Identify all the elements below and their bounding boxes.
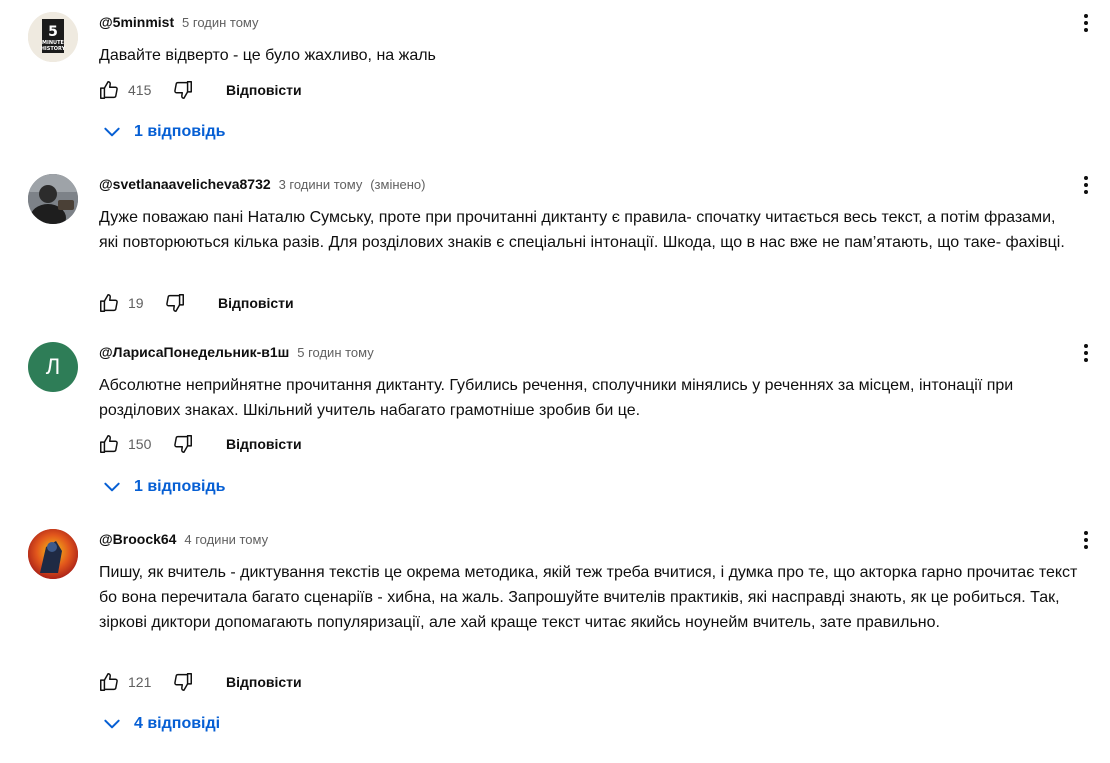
comment-header: @5minmist 5 годин тому [99,14,259,30]
author-name[interactable]: @Broock64 [99,531,176,547]
author-name[interactable]: @5minmist [99,14,174,30]
thumbs-down-icon[interactable] [172,79,194,101]
comment-text: Абсолютне неприйнятне прочитання диктант… [99,377,1014,419]
comment-actions: 121 Відповісти [98,670,302,694]
comment-text: Пишу, як вчитель - диктування текстів це… [99,564,1078,631]
avatar[interactable]: Л [28,342,78,392]
replies-count-label: 4 відповіді [134,715,221,732]
chevron-down-icon [104,127,120,137]
timestamp[interactable]: 4 години тому [184,532,268,547]
avatar[interactable] [28,174,78,224]
more-vert-icon[interactable] [1077,174,1095,198]
timestamp[interactable]: 5 годин тому [182,15,259,30]
avatar-letter: Л [45,354,61,379]
more-vert-icon[interactable] [1077,12,1095,36]
like-count: 19 [128,295,144,311]
timestamp[interactable]: 5 годин тому [297,345,374,360]
thumbs-up-icon[interactable] [98,433,120,455]
avatar-photo [28,174,78,224]
avatar-illustration [28,529,78,579]
comment-actions: 150 Відповісти [98,432,302,456]
reply-button[interactable]: Відповісти [226,436,302,452]
avatar-logo-line2: HISTORY [41,46,66,52]
thumbs-up-icon[interactable] [98,79,120,101]
avatar-logo-digit: 5 [48,24,58,40]
view-replies-button[interactable]: 4 відповіді [102,710,220,738]
like-count: 415 [128,82,152,98]
view-replies-button[interactable]: 1 відповідь [102,118,226,146]
author-name[interactable]: @ЛарисаПонедельник-в1ш [99,344,289,360]
comment-actions: 415 Відповісти [98,78,302,102]
view-replies-button[interactable]: 1 відповідь [102,473,226,501]
timestamp[interactable]: 3 години тому [279,177,363,192]
avatar-5minute-history-logo: 5 MINUTE HISTORY [28,12,78,62]
chevron-down-icon [104,719,120,729]
avatar[interactable] [28,529,78,579]
thumbs-down-icon[interactable] [172,671,194,693]
reply-button[interactable]: Відповісти [226,82,302,98]
avatar[interactable]: 5 MINUTE HISTORY [28,12,78,62]
thumbs-down-icon[interactable] [172,433,194,455]
more-vert-icon[interactable] [1077,342,1095,366]
replies-count-label: 1 відповідь [134,478,226,495]
edited-label: (змінено) [370,177,426,192]
comment-text: Давайте відверто - це було жахливо, на ж… [99,47,436,64]
comment-header: @ЛарисаПонедельник-в1ш 5 годин тому [99,344,374,360]
comment-header: @svetlanaavelicheva8732 3 години тому (з… [99,176,425,192]
author-name[interactable]: @svetlanaavelicheva8732 [99,176,271,192]
comment-header: @Broock64 4 години тому [99,531,268,547]
replies-count-label: 1 відповідь [134,123,226,140]
reply-button[interactable]: Відповісти [218,295,294,311]
chevron-down-icon [104,482,120,492]
comment-text: Дуже поважаю пані Наталю Сумську, проте … [99,209,1065,251]
thumbs-up-icon[interactable] [98,671,120,693]
like-count: 121 [128,674,152,690]
thumbs-up-icon[interactable] [98,292,120,314]
reply-button[interactable]: Відповісти [226,674,302,690]
thumbs-down-icon[interactable] [164,292,186,314]
like-count: 150 [128,436,152,452]
comment-actions: 19 Відповісти [98,291,294,315]
more-vert-icon[interactable] [1077,529,1095,553]
